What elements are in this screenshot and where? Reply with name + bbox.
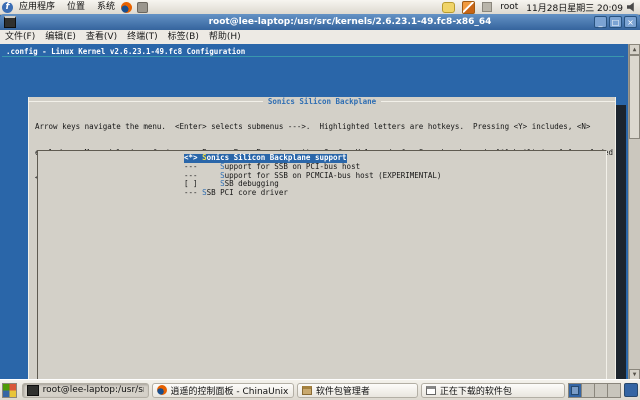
taskbar-applet-icon[interactable] (624, 383, 638, 397)
show-desktop-button[interactable] (2, 382, 17, 398)
places-menu[interactable]: 位置 (61, 1, 91, 14)
kconfig-dialog: Sonics Silicon Backplane Arrow keys navi… (28, 97, 616, 380)
top-panel: f 应用程序 位置 系统 root 11月28日星期三 20:09 (0, 0, 640, 15)
system-menu[interactable]: 系统 (91, 1, 121, 14)
menu-edit[interactable]: 编辑(E) (40, 31, 81, 44)
package-icon (301, 385, 312, 395)
terminal-window-icon (4, 16, 16, 28)
user-switcher[interactable]: root (500, 2, 518, 12)
workspace-window-thumb (571, 385, 580, 395)
window-icon (425, 385, 436, 395)
kconfig-dialog-title: Sonics Silicon Backplane (267, 96, 377, 106)
task-label: 正在下载的软件包 (439, 386, 512, 397)
workspace-3[interactable] (595, 383, 609, 397)
scroll-up-icon[interactable]: ▲ (629, 44, 640, 55)
menu-file[interactable]: 文件(F) (0, 31, 40, 44)
minimize-button[interactable]: _ (594, 16, 607, 28)
instruction-line: Arrow keys navigate the menu. <Enter> se… (35, 122, 591, 131)
firefox-launcher-icon[interactable] (121, 1, 133, 13)
workspace-4[interactable] (608, 383, 621, 397)
clock-applet[interactable]: 11月28日星期三 20:09 (526, 1, 623, 14)
title-rule-right (381, 100, 615, 102)
volume-icon[interactable] (627, 2, 634, 12)
screenshot-tool-icon[interactable] (137, 1, 149, 13)
terminal-scrollbar[interactable]: ▲ ▼ (628, 44, 640, 380)
menu-terminal[interactable]: 终端(T) (122, 31, 163, 44)
taskbar-item-downloads[interactable]: 正在下载的软件包 (420, 382, 566, 398)
title-rule-left (29, 100, 263, 102)
task-label: 软件包管理者 (315, 386, 370, 397)
kconfig-header: .config - Linux Kernel v2.6.23.1-49.fc8 … (6, 47, 246, 56)
menu-help[interactable]: 帮助(H) (204, 31, 246, 44)
kconfig-dialog-titlerow: Sonics Silicon Backplane (29, 96, 615, 106)
menu-view[interactable]: 查看(V) (81, 31, 122, 44)
applications-menu[interactable]: 应用程序 (13, 1, 61, 14)
update-notifier-icon[interactable] (442, 1, 456, 13)
taskbar-item-terminal[interactable]: root@lee-laptop:/usr/src/ker… (21, 382, 149, 398)
task-label: 逍遥的控制面板 - ChinaUnix… (170, 386, 289, 397)
window-controls: _ □ × (594, 16, 637, 28)
terminal-content[interactable]: .config - Linux Kernel v2.6.23.1-49.fc8 … (0, 44, 640, 380)
terminal-icon (26, 384, 39, 396)
workspace-switcher (568, 382, 622, 398)
workspace-2[interactable] (582, 383, 596, 397)
task-label: root@lee-laptop:/usr/src/ker… (42, 385, 144, 395)
terminal-titlebar[interactable]: root@lee-laptop:/usr/src/kernels/2.6.23.… (0, 14, 640, 30)
maximize-button[interactable]: □ (609, 16, 622, 28)
menu-tabs[interactable]: 标签(B) (163, 31, 204, 44)
terminal-menubar: 文件(F) 编辑(E) 查看(V) 终端(T) 标签(B) 帮助(H) (0, 30, 640, 45)
taskbar-item-firefox[interactable]: 逍遥的控制面板 - ChinaUnix… (151, 382, 294, 398)
desktop: f 应用程序 位置 系统 root 11月28日星期三 20:09 root@l… (0, 0, 640, 400)
input-method-icon[interactable] (462, 0, 476, 14)
menu-item-ssb-pci-core[interactable]: --- SSB PCI core driver (184, 188, 441, 198)
taskbar-item-package-manager[interactable]: 软件包管理者 (296, 382, 418, 398)
tray-icon[interactable] (482, 2, 493, 12)
bottom-taskbar: root@lee-laptop:/usr/src/ker… 逍遥的控制面板 - … (0, 379, 640, 400)
fedora-menu-icon[interactable]: f (2, 1, 13, 13)
workspace-1[interactable] (569, 383, 583, 397)
kconfig-header-rule (2, 56, 624, 57)
kconfig-menu-list: <*> Sonics Silicon Backplane support ---… (37, 150, 607, 380)
close-button[interactable]: × (624, 16, 637, 28)
kconfig-menu-items: <*> Sonics Silicon Backplane support ---… (184, 153, 441, 198)
firefox-icon (156, 385, 167, 395)
window-title: root@lee-laptop:/usr/src/kernels/2.6.23.… (208, 17, 492, 27)
scrollbar-thumb[interactable] (629, 55, 640, 139)
